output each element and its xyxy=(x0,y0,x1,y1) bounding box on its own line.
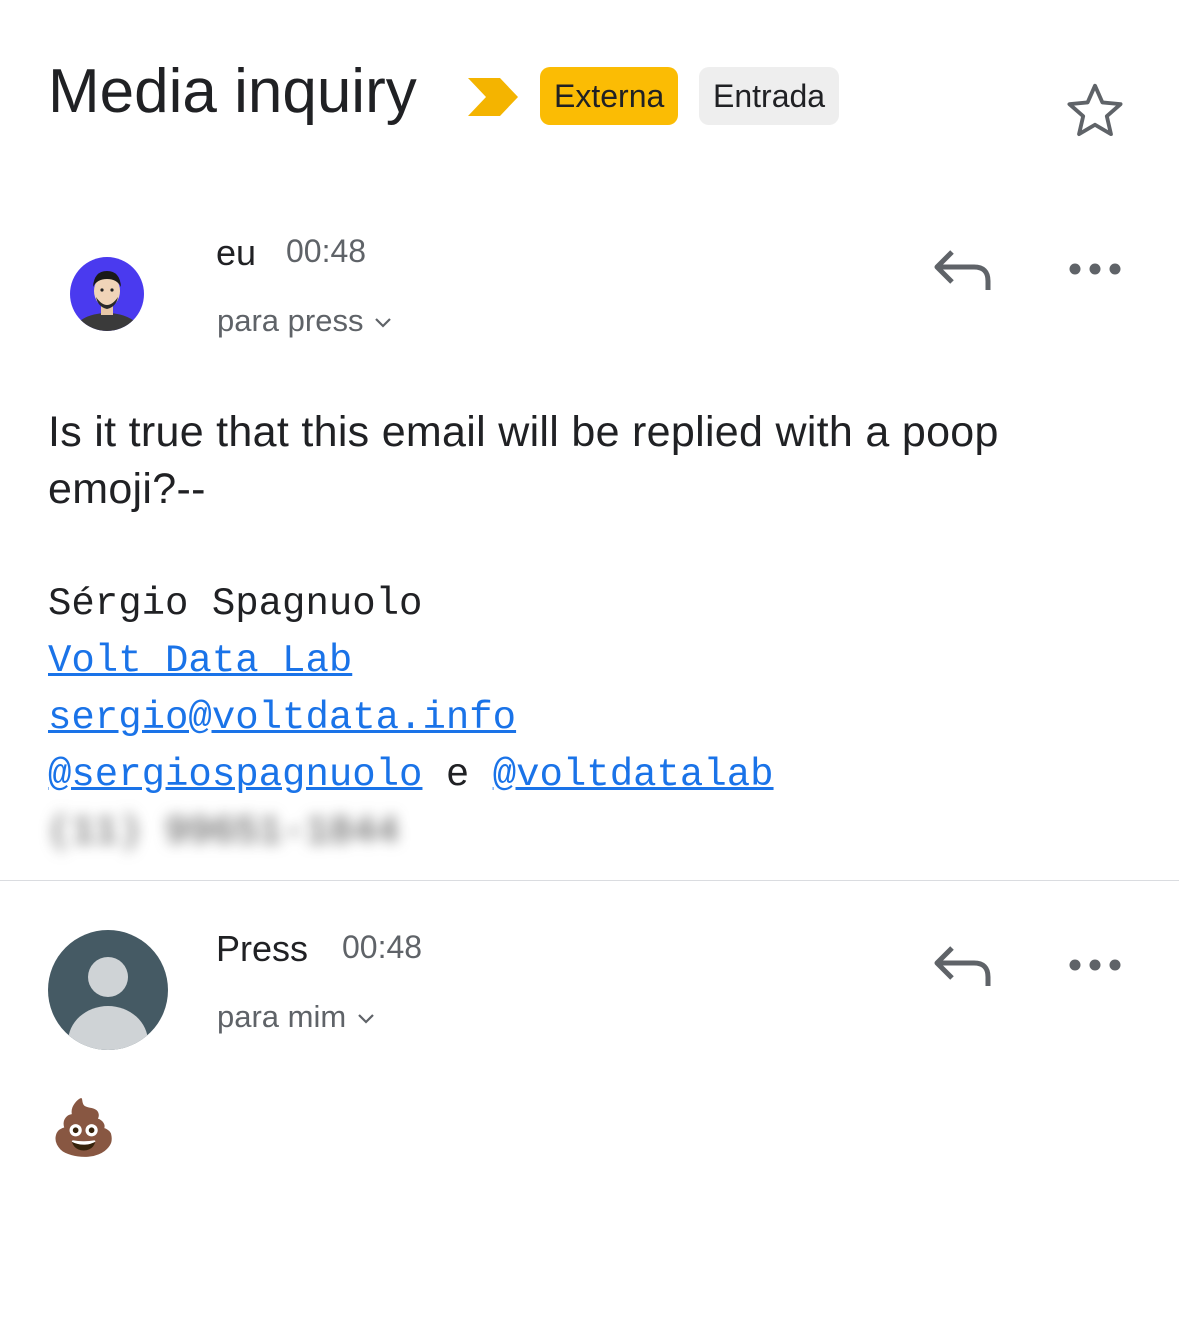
message-divider xyxy=(0,880,1179,881)
signature-handle-link[interactable]: @voltdatalab xyxy=(493,753,774,797)
signature-name: Sérgio Spagnuolo xyxy=(48,582,423,626)
signature-conjunction: e xyxy=(445,753,470,797)
label-entrada[interactable]: Entrada xyxy=(699,67,840,125)
recipient-details-toggle[interactable]: para mim xyxy=(217,999,376,1035)
chevron-down-icon xyxy=(375,318,392,328)
signature-org-link[interactable]: Volt Data Lab xyxy=(48,639,352,683)
importance-marker-icon[interactable] xyxy=(466,76,520,118)
sender-avatar-photo[interactable] xyxy=(70,257,144,331)
message-body-emoji: 💩 xyxy=(50,1098,118,1158)
signature-phone-blurred: (11) 99651-1844 xyxy=(48,810,400,854)
message-body: Is it true that this email will be repli… xyxy=(48,408,999,513)
signature-handles-line: @sergiospagnuolo e @voltdatalab xyxy=(48,747,774,804)
signature-email-link[interactable]: sergio@voltdata.info xyxy=(48,696,516,740)
recipient-label: para press xyxy=(217,303,364,338)
reply-icon[interactable] xyxy=(932,942,994,992)
more-options-icon[interactable] xyxy=(1068,956,1122,974)
chevron-down-icon xyxy=(358,1014,374,1024)
message-time: 00:48 xyxy=(342,929,423,965)
more-options-icon[interactable] xyxy=(1068,260,1122,278)
recipient-details-toggle[interactable]: para press xyxy=(217,303,393,339)
message-time: 00:48 xyxy=(286,233,367,269)
default-avatar-icon[interactable] xyxy=(48,930,168,1050)
sender-name: eu xyxy=(216,232,257,273)
reply-icon[interactable] xyxy=(932,246,994,296)
label-externa[interactable]: Externa xyxy=(540,67,679,125)
sender-name: Press xyxy=(216,928,309,969)
signature-handle-link[interactable]: @sergiospagnuolo xyxy=(48,753,422,797)
thread-subject: Media inquiry xyxy=(48,57,417,126)
star-icon[interactable] xyxy=(1062,78,1128,144)
recipient-label: para mim xyxy=(217,999,347,1034)
